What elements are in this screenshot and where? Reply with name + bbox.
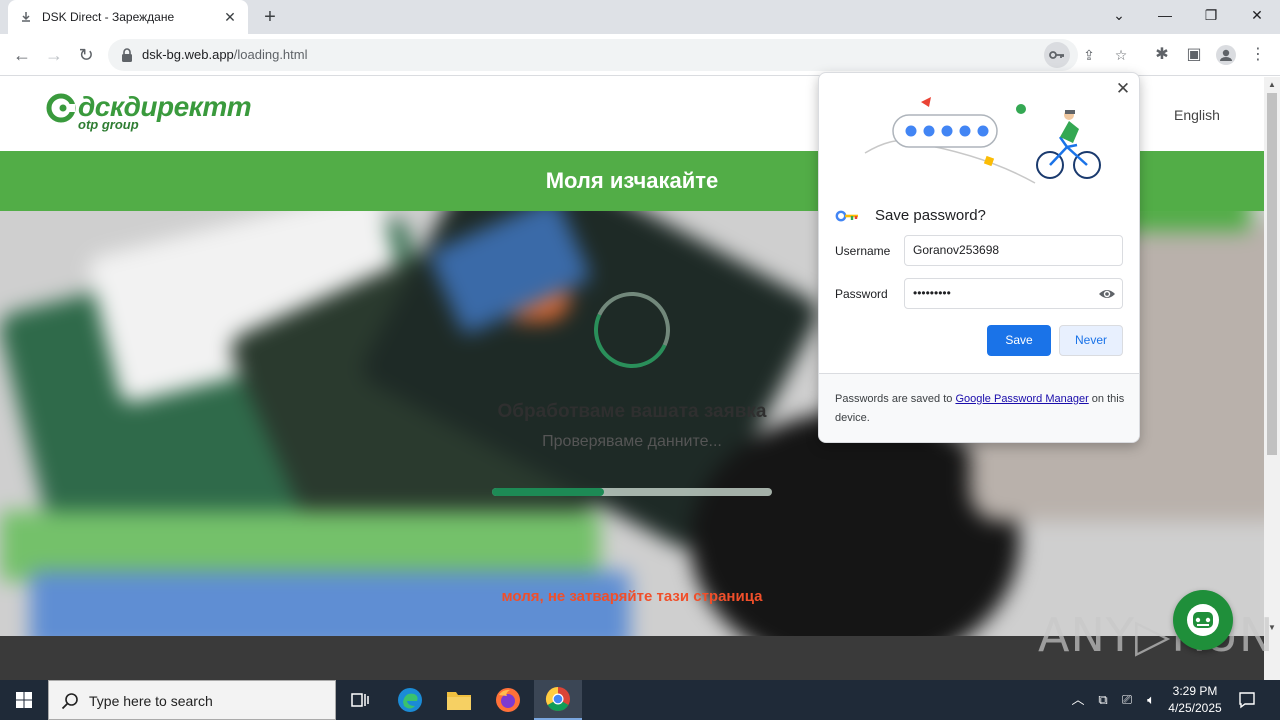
username-value: Goranov253698 (913, 243, 1000, 257)
page-scrollbar[interactable]: ▲ ▼ (1264, 77, 1280, 636)
tray-overflow-chevron-icon[interactable]: ︿ (1068, 680, 1088, 720)
reload-button[interactable]: ↻ (72, 41, 100, 69)
edge-icon (398, 688, 422, 712)
url-text: dsk-bg.web.app/loading.html (142, 47, 308, 62)
browser-tab[interactable]: DSK Direct - Зареждане ✕ (8, 0, 248, 34)
key-icon[interactable] (1044, 42, 1070, 68)
save-password-title: Save password? (875, 207, 986, 224)
extensions-puzzle-icon[interactable]: ✱ (1148, 41, 1176, 69)
task-view-button[interactable] (336, 680, 384, 720)
password-field[interactable]: ••••••••• (904, 278, 1123, 309)
scroll-up-arrow-icon[interactable]: ▲ (1264, 77, 1280, 93)
do-not-close-warning: моля, не затваряйте тази страница (501, 588, 763, 605)
restore-button[interactable]: ❐ (1188, 0, 1234, 30)
lock-icon (122, 48, 132, 62)
anyrun-watermark: ANY▷RUN (1038, 608, 1275, 662)
windows-start-button[interactable] (0, 680, 48, 720)
progress-bar (492, 488, 772, 496)
username-label: Username (835, 244, 891, 258)
tab-strip: DSK Direct - Зареждане ✕ + ⌄ — ❐ ✕ (0, 0, 1280, 34)
firefox-icon (496, 688, 520, 712)
forward-button[interactable]: → (40, 41, 68, 69)
file-explorer-taskbar-button[interactable] (435, 680, 483, 720)
save-password-title-row: Save password? (835, 207, 986, 224)
dsk-logo-mark-icon (46, 93, 76, 123)
username-field[interactable]: Goranov253698 (904, 235, 1123, 266)
new-tab-button[interactable]: + (258, 5, 282, 29)
windows-logo-icon (16, 692, 32, 708)
progress-bar-fill (492, 488, 604, 496)
address-bar[interactable]: dsk-bg.web.app/loading.html ⇪ ☆ (108, 39, 1127, 71)
share-icon[interactable]: ⇪ (1076, 42, 1102, 68)
search-placeholder: Type here to search (89, 693, 213, 709)
url-host: dsk-bg.web.app (142, 47, 234, 62)
windows-taskbar: Type here to search ︿ ⧉ ⎚ 🔈︎ 3:29 PM 4/2… (0, 680, 1280, 720)
chrome-taskbar-button[interactable] (534, 680, 582, 720)
back-button[interactable]: ← (8, 41, 36, 69)
language-link-english[interactable]: English (1174, 107, 1220, 123)
notification-center-icon[interactable] (1234, 680, 1260, 720)
menu-kebab-icon[interactable]: ⋮ (1244, 41, 1272, 69)
password-illustration-icon (864, 97, 1101, 184)
chat-bot-button[interactable] (1173, 590, 1233, 650)
network-icon[interactable]: ⎚ (1116, 680, 1138, 720)
scroll-thumb[interactable] (1267, 93, 1277, 455)
tab-search-chevron-icon[interactable]: ⌄ (1096, 0, 1142, 30)
tab-close-icon[interactable]: ✕ (222, 9, 238, 25)
minimize-button[interactable]: — (1142, 0, 1188, 30)
never-button[interactable]: Never (1059, 325, 1123, 356)
side-panel-icon[interactable]: ▣ (1180, 41, 1208, 69)
footer-text-prefix: Passwords are saved to (835, 393, 956, 405)
firefox-taskbar-button[interactable] (484, 680, 532, 720)
browser-toolbar: ← → ↻ dsk-bg.web.app/loading.html ⇪ ☆ ✱ … (0, 34, 1280, 76)
bookmark-star-icon[interactable]: ☆ (1108, 42, 1134, 68)
task-view-icon (351, 693, 369, 707)
volume-icon[interactable]: 🔈︎ (1140, 680, 1162, 720)
password-value: ••••••••• (913, 286, 951, 300)
edge-taskbar-button[interactable] (386, 680, 434, 720)
close-icon[interactable]: ✕ (1113, 79, 1133, 99)
taskbar-search-box[interactable]: Type here to search (48, 680, 336, 720)
folder-icon (447, 692, 471, 710)
chrome-icon (545, 687, 570, 712)
eye-icon[interactable] (1098, 285, 1116, 303)
clock-time: 3:29 PM (1172, 684, 1218, 698)
tray-device-icon[interactable]: ⧉ (1092, 680, 1114, 720)
logo-subtext: otp group (78, 117, 139, 132)
chat-bot-icon (1187, 604, 1219, 636)
profile-avatar-icon[interactable] (1212, 41, 1240, 69)
save-button[interactable]: Save (987, 325, 1051, 356)
tab-title: DSK Direct - Зареждане (42, 10, 175, 24)
google-password-manager-link[interactable]: Google Password Manager (955, 393, 1088, 405)
password-manager-footer: Passwords are saved to Google Password M… (819, 373, 1139, 442)
search-icon (61, 693, 78, 710)
clock-date: 4/25/2025 (1168, 701, 1222, 715)
url-path: /loading.html (233, 47, 308, 62)
google-key-icon (835, 210, 858, 221)
taskbar-clock[interactable]: 3:29 PM 4/25/2025 (1160, 683, 1230, 717)
close-window-button[interactable]: ✕ (1234, 0, 1280, 30)
save-password-dialog: ✕ Save password? Username Goranov253698 … (818, 72, 1140, 443)
download-favicon-icon (18, 9, 34, 25)
password-label: Password (835, 287, 888, 301)
